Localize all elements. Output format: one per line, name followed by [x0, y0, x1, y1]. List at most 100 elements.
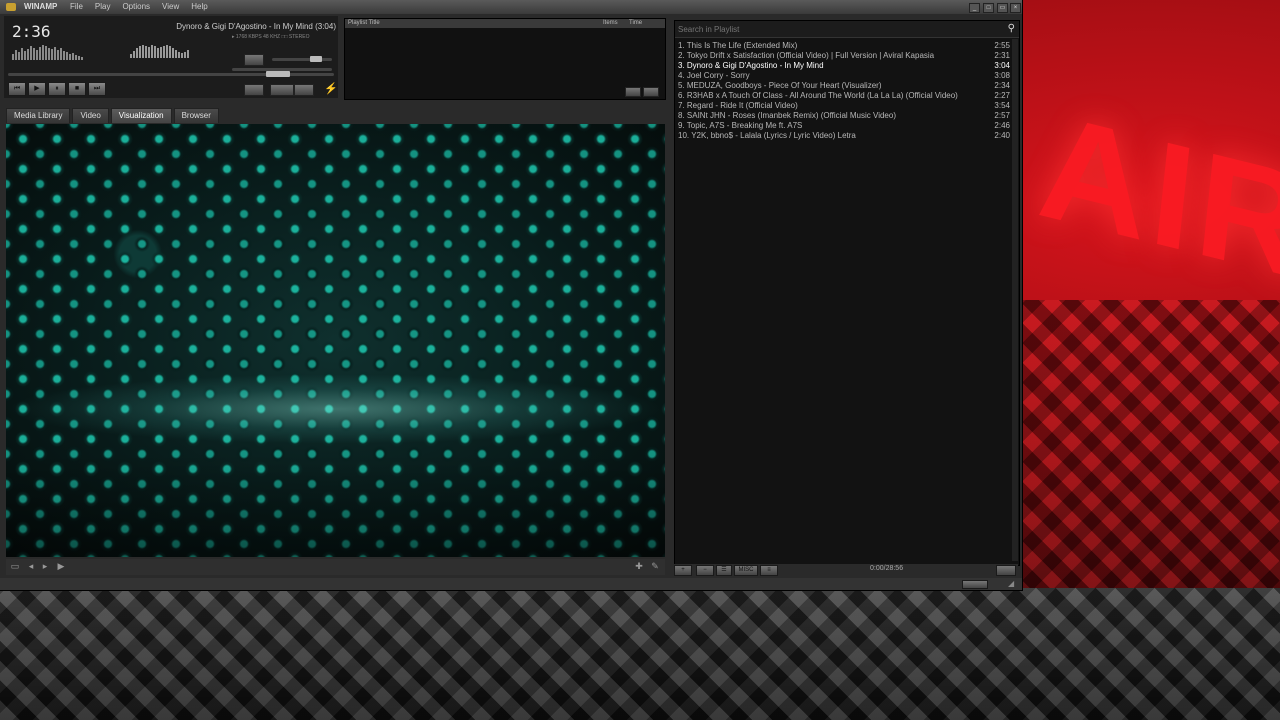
mute-button[interactable]: [244, 54, 264, 66]
acoustic-foam-red: [1022, 300, 1280, 600]
scope-bar: [136, 48, 138, 58]
scope-bar: [154, 46, 156, 58]
scope-bar: [157, 48, 159, 58]
spectrum-bar: [78, 56, 80, 60]
list-item[interactable]: 10. Y2K, bbno$ - Lalala (Lyrics / Lyric …: [678, 131, 1010, 141]
resize-grip-icon[interactable]: ◢: [1008, 579, 1014, 588]
playlist-search-bar: ⚲: [675, 21, 1019, 38]
close-icon[interactable]: ×: [1010, 3, 1021, 13]
seek-knob[interactable]: [266, 71, 290, 77]
search-icon[interactable]: ⚲: [1008, 23, 1015, 34]
window-icon[interactable]: ▭: [10, 562, 20, 571]
menu-play[interactable]: Play: [95, 2, 111, 11]
spectrum-bar: [21, 48, 23, 60]
visualization-shade: [6, 454, 665, 557]
minimize-icon[interactable]: _: [969, 3, 980, 13]
shuffle-button[interactable]: [270, 84, 294, 96]
previous-button[interactable]: ⏮: [8, 82, 26, 96]
puzzle-icon[interactable]: ✚: [634, 562, 644, 571]
select-button[interactable]: ☰: [716, 565, 732, 576]
playlist-scrollbar[interactable]: [1012, 39, 1018, 561]
repeat-button[interactable]: [294, 84, 314, 96]
scope-bar: [133, 51, 135, 58]
stop-button[interactable]: ■: [68, 82, 86, 96]
menu-file[interactable]: File: [70, 2, 83, 11]
eject-button[interactable]: [244, 84, 264, 96]
scope-bar: [178, 52, 180, 58]
playlist-menu-button[interactable]: [996, 565, 1016, 576]
spectrum-bar: [27, 49, 29, 60]
col-time[interactable]: Time: [629, 20, 642, 26]
col-items[interactable]: Items: [603, 20, 618, 26]
winamp-logo-icon: [6, 3, 16, 11]
transport-controls: ⏮ ▶ ⏸ ■ ⏭: [8, 82, 106, 96]
scope-bar: [142, 45, 144, 58]
scope-bar: [184, 52, 186, 58]
list-item[interactable]: 6. R3HAB x A Touch Of Class - All Around…: [678, 91, 1010, 101]
menu-options[interactable]: Options: [122, 2, 150, 11]
random-preset-icon[interactable]: ▶: [56, 562, 66, 571]
spectrum-bar: [30, 46, 32, 60]
spectrum-bar: [54, 47, 56, 60]
scope-bar: [139, 46, 141, 58]
scope-bar: [145, 46, 147, 58]
col-playlist-title[interactable]: Playlist Title: [348, 20, 380, 26]
list-item[interactable]: 4. Joel Corry - Sorry 3:08: [678, 71, 1010, 81]
tab-browser[interactable]: Browser: [173, 108, 219, 123]
list-item[interactable]: 9. Topic, A7S - Breaking Me ft. A7S 2:46: [678, 121, 1010, 131]
acoustic-foam: [0, 588, 1280, 720]
visualization-canvas[interactable]: [6, 124, 665, 557]
volume-knob[interactable]: [310, 56, 322, 62]
scope-bar: [181, 53, 183, 58]
add-button[interactable]: +: [674, 565, 692, 576]
volume-slider[interactable]: [272, 58, 332, 61]
visualization-toolbar: ▭ ◂ ▸ ▶ ✚ ✎: [6, 559, 665, 575]
scope-bar: [175, 50, 177, 58]
wrench-icon[interactable]: ✎: [650, 562, 660, 571]
next-button[interactable]: ⏭: [88, 82, 106, 96]
menu-view[interactable]: View: [162, 2, 179, 11]
scope-bar: [160, 47, 162, 58]
playlist-search-input[interactable]: [678, 23, 1000, 35]
spectrum-bar: [60, 48, 62, 60]
list-item[interactable]: 5. MEDUZA, Goodboys - Piece Of Your Hear…: [678, 81, 1010, 91]
misc-button[interactable]: MISC: [734, 565, 758, 576]
list-item[interactable]: 7. Regard - Ride It (Official Video) 3:54: [678, 101, 1010, 111]
pause-button[interactable]: ⏸: [48, 82, 66, 96]
arrow-left-icon[interactable]: ◂: [26, 562, 36, 571]
list-options-button[interactable]: ≡: [760, 565, 778, 576]
lightning-icon[interactable]: ⚡: [324, 82, 338, 95]
visualization-particle-band: [6, 374, 665, 444]
spectrum-analyzer[interactable]: [12, 44, 92, 60]
spectrum-bar: [72, 53, 74, 60]
elapsed-time[interactable]: 2:36: [12, 22, 51, 41]
scope-bar: [163, 46, 165, 58]
arrow-right-icon[interactable]: ▸: [40, 562, 50, 571]
tab-visualization[interactable]: Visualization: [110, 108, 172, 123]
scope-bar: [172, 48, 174, 58]
scope-bar: [148, 47, 150, 58]
list-item[interactable]: 8. SAINt JHN - Roses (Imanbek Remix) (Of…: [678, 111, 1010, 121]
bitrate-info: ▸ 1768 KBPS 48 KHZ □□ STEREO: [232, 34, 310, 40]
remove-button[interactable]: −: [696, 565, 714, 576]
spectrum-bar: [75, 55, 77, 60]
spectrum-bar: [36, 50, 38, 60]
spectrum-bar: [51, 49, 53, 60]
playlist-browser-play-button[interactable]: [625, 87, 641, 97]
scope-bar: [169, 46, 171, 58]
collapse-button[interactable]: [962, 580, 988, 589]
shade-icon[interactable]: ▭: [997, 3, 1008, 13]
playlist-browser-menu-button[interactable]: [643, 87, 659, 97]
menu-help[interactable]: Help: [191, 2, 207, 11]
tab-media-library[interactable]: Media Library: [6, 108, 71, 123]
playlist-list: 1. This Is The Life (Extended Mix) 2:55 2…: [678, 41, 1010, 141]
spectrum-bar: [57, 50, 59, 60]
list-item-current[interactable]: 3. Dynoro & Gigi D'Agostino - In My Mind…: [678, 61, 1010, 71]
restore-icon[interactable]: □: [983, 3, 994, 13]
spectrum-bar: [81, 57, 83, 60]
tab-video[interactable]: Video: [72, 108, 109, 123]
title-bar[interactable]: WINAMP File Play Options View Help _ □ ▭…: [0, 0, 1022, 14]
play-button[interactable]: ▶: [28, 82, 46, 96]
list-item[interactable]: 2. Tokyo Drift x Satisfaction (Official …: [678, 51, 1010, 61]
list-item[interactable]: 1. This Is The Life (Extended Mix) 2:55: [678, 41, 1010, 51]
